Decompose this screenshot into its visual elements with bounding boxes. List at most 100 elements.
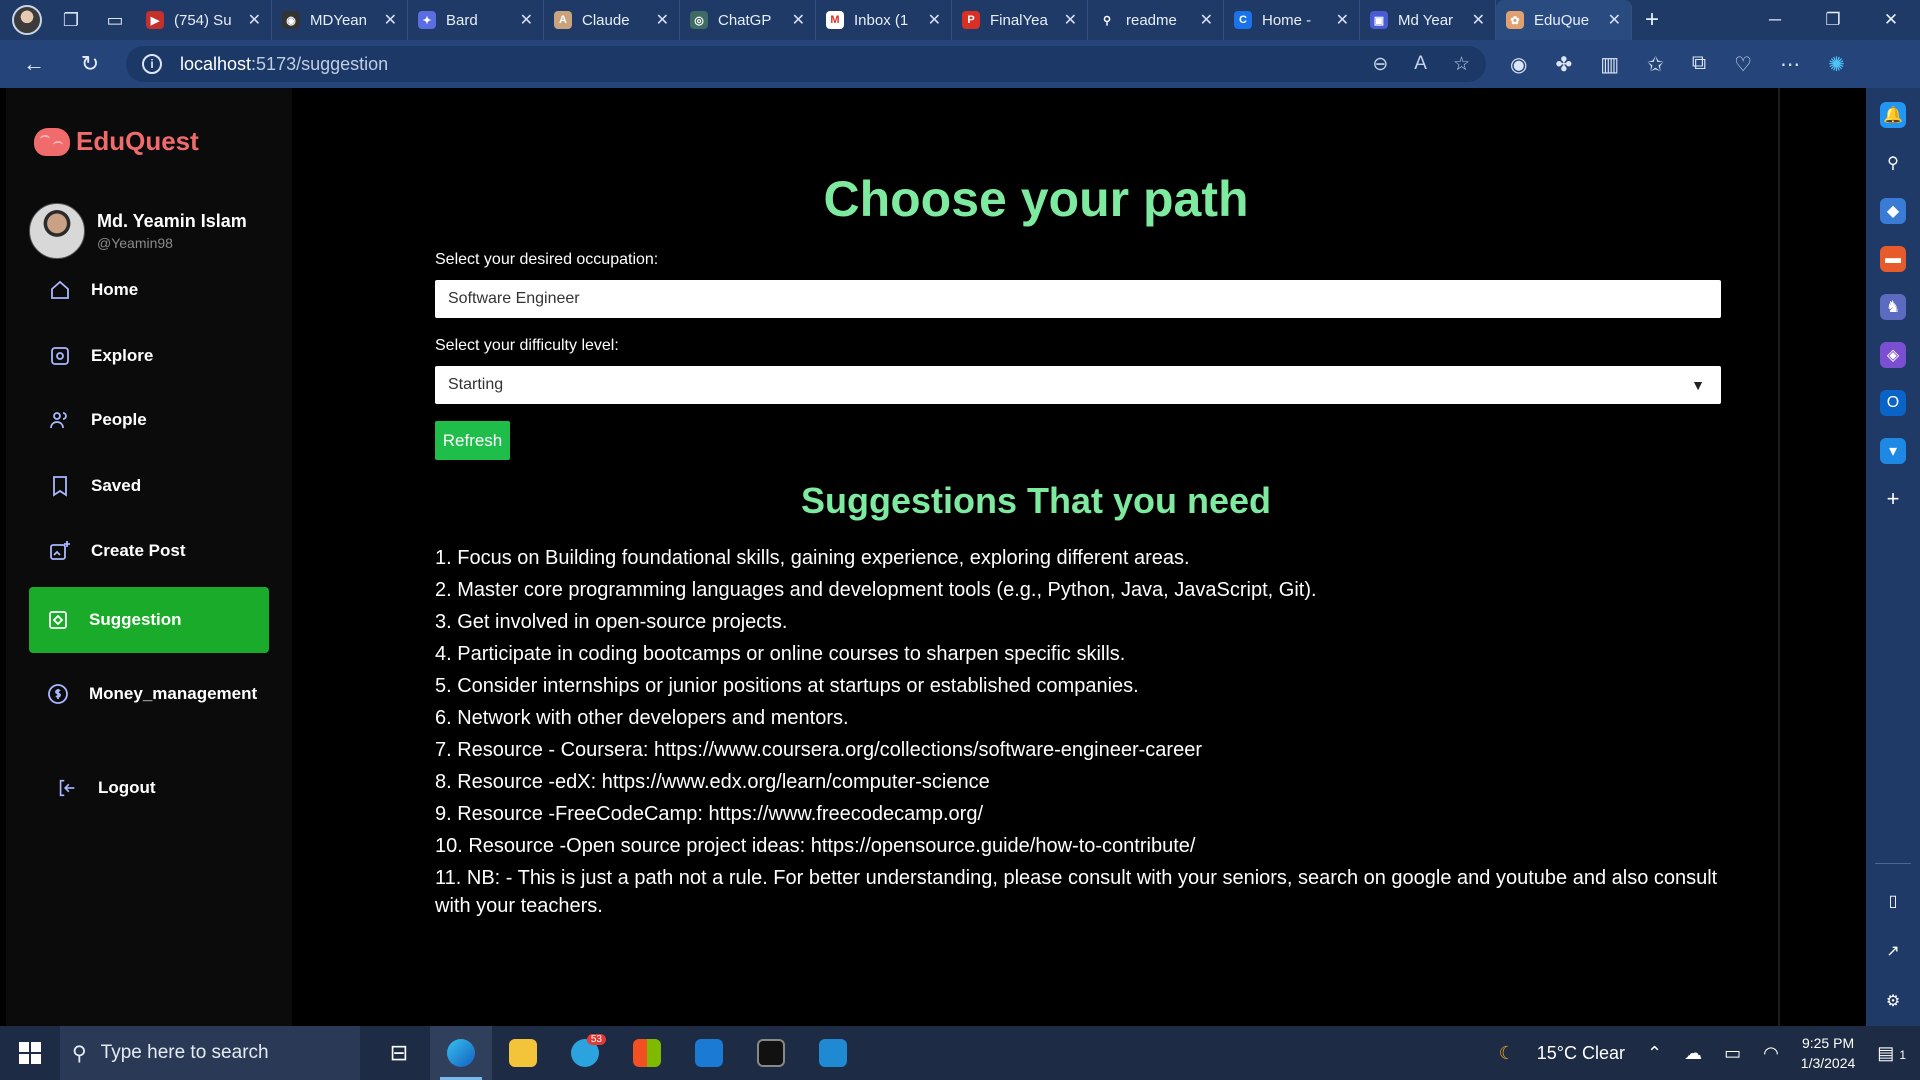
taskbar-search[interactable]: ⚲ Type here to search	[60, 1026, 360, 1080]
user-profile[interactable]: Md. Yeamin Islam @Yeamin98	[29, 203, 247, 259]
site-info-icon[interactable]: i	[142, 54, 162, 74]
tab-close-icon[interactable]: ✕	[1336, 10, 1349, 30]
difficulty-select[interactable]: Starting ▼	[435, 366, 1721, 404]
list-item: 4. Participate in coding bootcamps or on…	[435, 643, 1126, 665]
url-field[interactable]: i localhost:5173/suggestion ⊖ A ☆	[126, 46, 1486, 82]
notification-center-icon[interactable]: ▤ 1	[1877, 1043, 1906, 1064]
browser-tab[interactable]: ◉ MDYean ✕	[272, 0, 408, 40]
battery-icon[interactable]: ▭	[1724, 1043, 1741, 1064]
back-icon[interactable]: ←	[12, 42, 56, 86]
microsoft-store-icon[interactable]	[616, 1026, 678, 1080]
user-handle: @Yeamin98	[97, 235, 173, 251]
extensions-icon[interactable]: ✤	[1555, 52, 1572, 77]
tab-close-icon[interactable]: ✕	[1472, 10, 1485, 30]
terminal-icon[interactable]	[740, 1026, 802, 1080]
search-icon[interactable]: ⚲	[1880, 150, 1906, 176]
browser-tab[interactable]: M Inbox (1 ✕	[816, 0, 952, 40]
browser-tab[interactable]: ◎ ChatGP ✕	[680, 0, 816, 40]
tab-label: Inbox (1	[854, 11, 909, 29]
workspaces-icon[interactable]: ❐	[56, 5, 86, 35]
favorites-icon[interactable]: ✩	[1647, 52, 1664, 77]
logout-button[interactable]: Logout	[29, 756, 269, 820]
minimize-button[interactable]: ─	[1746, 0, 1804, 40]
microsoft-365-icon[interactable]: ◈	[1880, 342, 1906, 368]
sidebar-item-saved[interactable]: Saved	[29, 454, 269, 518]
brand-logo[interactable]: EduQuest	[34, 126, 199, 157]
tab-close-icon[interactable]: ✕	[1064, 10, 1077, 30]
tab-close-icon[interactable]: ✕	[928, 10, 941, 30]
sidebar-item-money-management[interactable]: Money_management	[29, 662, 269, 726]
sidebar-item-suggestion[interactable]: Suggestion	[29, 587, 269, 653]
bookmark-icon	[47, 473, 73, 499]
tab-close-icon[interactable]: ✕	[656, 10, 669, 30]
collections-icon[interactable]: ⧉	[1692, 52, 1706, 77]
clock[interactable]: 9:25 PM 1/3/2024	[1801, 1033, 1856, 1073]
sidebar-item-people[interactable]: People	[29, 388, 269, 452]
tab-close-icon[interactable]: ✕	[520, 10, 533, 30]
browser-tab[interactable]: ▶ (754) Su ✕	[136, 0, 272, 40]
avatar[interactable]	[29, 203, 85, 259]
open-external-icon[interactable]: ↗	[1880, 938, 1906, 964]
outlook-icon[interactable]: O	[1880, 390, 1906, 416]
performance-icon[interactable]: ♡	[1734, 52, 1752, 77]
sidebar-item-home[interactable]: Home	[29, 258, 269, 322]
favorite-star-icon[interactable]: ☆	[1453, 53, 1470, 76]
tab-label: Claude	[582, 11, 630, 29]
notification-bell-icon[interactable]: 🔔	[1880, 102, 1906, 128]
restore-button[interactable]: ❐	[1804, 0, 1862, 40]
tab-close-icon[interactable]: ✕	[792, 10, 805, 30]
onedrive-icon[interactable]: ☁	[1684, 1043, 1702, 1064]
tab-close-icon[interactable]: ✕	[1608, 10, 1621, 30]
sidebar-item-explore[interactable]: Explore	[29, 324, 269, 388]
refresh-button[interactable]: Refresh	[435, 421, 510, 460]
split-screen-icon[interactable]: ▥	[1600, 52, 1619, 77]
add-sidebar-app-icon[interactable]: +	[1880, 486, 1906, 512]
sidebar-item-create-post[interactable]: Create Post	[29, 519, 269, 583]
tray-overflow-icon[interactable]: ⌃	[1647, 1043, 1662, 1064]
browser-tab[interactable]: P FinalYea ✕	[952, 0, 1088, 40]
tab-close-icon[interactable]: ✕	[1200, 10, 1213, 30]
tracking-icon[interactable]: ◉	[1510, 52, 1527, 77]
tab-close-icon[interactable]: ✕	[248, 10, 261, 30]
tools-icon[interactable]: ▬	[1880, 246, 1906, 272]
telegram-badge: 53	[586, 1034, 606, 1045]
shopping-tag-icon[interactable]: ◆	[1880, 198, 1906, 224]
zoom-out-icon[interactable]: ⊖	[1372, 53, 1388, 76]
browser-tab[interactable]: ⚲ readme ✕	[1088, 0, 1224, 40]
reload-icon[interactable]: ↻	[68, 42, 112, 86]
list-item: 11. NB: - This is just a path not a rule…	[435, 867, 1718, 917]
wifi-icon[interactable]: ◠	[1763, 1043, 1779, 1064]
file-explorer-icon[interactable]	[492, 1026, 554, 1080]
browser-tab[interactable]: ✿ EduQue ✕	[1496, 0, 1632, 40]
new-tab-button[interactable]: +	[1632, 0, 1672, 40]
suggestion-icon	[45, 607, 71, 633]
read-aloud-icon[interactable]: A	[1414, 53, 1427, 76]
close-window-button[interactable]: ✕	[1862, 0, 1920, 40]
telegram-icon[interactable]: 53	[554, 1026, 616, 1080]
task-view-icon[interactable]: ⊟	[368, 1026, 430, 1080]
hide-sidebar-icon[interactable]: ▯	[1880, 888, 1906, 914]
mail-icon[interactable]	[678, 1026, 740, 1080]
tab-favicon-icon: M	[826, 11, 844, 29]
logout-icon	[54, 775, 80, 801]
games-icon[interactable]: ♞	[1880, 294, 1906, 320]
tab-actions-icon[interactable]: ▭	[100, 5, 130, 35]
edge-app-icon[interactable]	[430, 1026, 492, 1080]
start-button[interactable]	[0, 1026, 60, 1080]
copilot-icon[interactable]: ✺	[1828, 52, 1845, 77]
more-menu-icon[interactable]: ⋯	[1780, 52, 1800, 77]
weather-text[interactable]: 15°C Clear	[1537, 1043, 1625, 1064]
browser-tab[interactable]: A Claude ✕	[544, 0, 680, 40]
tab-close-icon[interactable]: ✕	[384, 10, 397, 30]
browser-tab[interactable]: C Home - ✕	[1224, 0, 1360, 40]
browser-tab[interactable]: ✦ Bard ✕	[408, 0, 544, 40]
browser-tab[interactable]: ▣ Md Year ✕	[1360, 0, 1496, 40]
vscode-icon[interactable]	[802, 1026, 864, 1080]
people-icon	[47, 407, 73, 433]
drop-icon[interactable]: ▾	[1880, 438, 1906, 464]
occupation-input[interactable]: Software Engineer	[435, 280, 1721, 318]
weather-icon[interactable]: ☾	[1499, 1043, 1515, 1064]
address-bar-row: ← ↻ i localhost:5173/suggestion ⊖ A ☆ ◉ …	[0, 40, 1920, 88]
profile-avatar-icon[interactable]	[12, 5, 42, 35]
settings-gear-icon[interactable]: ⚙	[1880, 988, 1906, 1014]
